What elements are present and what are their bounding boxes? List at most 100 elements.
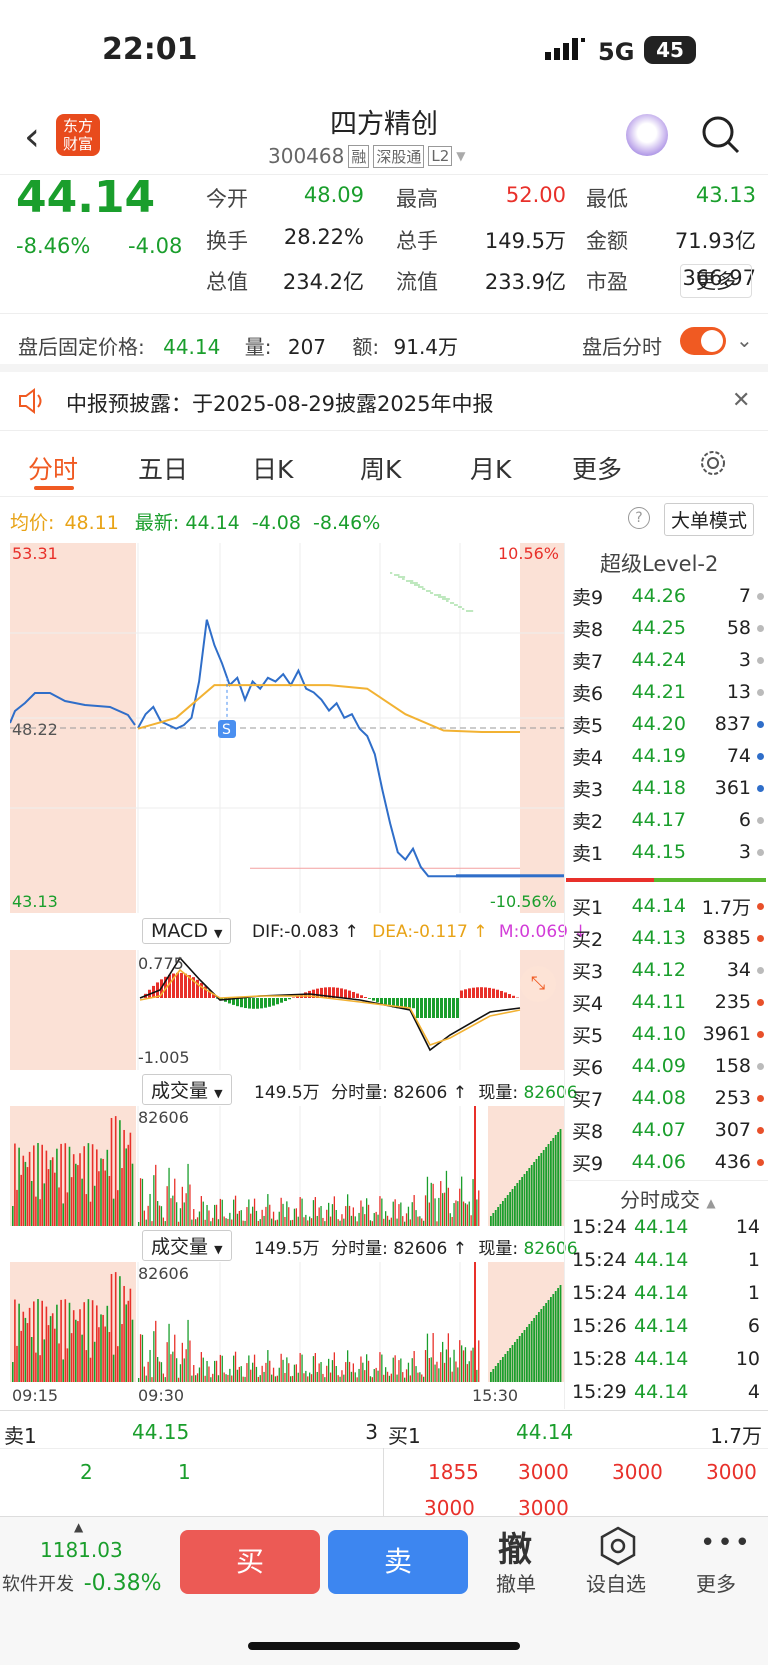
asks-row[interactable]: 卖7 44.24 3 — [572, 644, 768, 676]
volume-bar — [396, 1219, 397, 1226]
volume-total-2: 149.5万 — [254, 1239, 320, 1259]
bids-row[interactable]: 买6 44.09 158 — [572, 1050, 768, 1082]
asks-row[interactable]: 卖3 44.18 361 — [572, 772, 768, 804]
asks-row[interactable]: 卖8 44.25 58 — [572, 612, 768, 644]
volume-bar — [353, 1207, 354, 1226]
volume-bar — [459, 1189, 460, 1226]
volume-bar — [58, 1343, 60, 1382]
volume-bar — [239, 1367, 240, 1382]
bids-row[interactable]: 买8 44.07 307 — [572, 1114, 768, 1146]
more-dots-icon[interactable]: ••• — [700, 1528, 752, 1558]
asks-row[interactable]: 卖6 44.21 13 — [572, 676, 768, 708]
macd-bar — [460, 991, 463, 998]
volume-bar — [187, 1164, 188, 1226]
macd-bar — [476, 987, 479, 998]
macd-bar — [444, 998, 447, 1018]
stock-code-row[interactable]: 300468 融 深股通 L2 ▼ — [268, 144, 466, 168]
settings-gear-icon[interactable] — [698, 448, 728, 478]
bids-row[interactable]: 买4 44.11 235 — [572, 986, 768, 1018]
macd-bar — [440, 998, 443, 1018]
chevron-down-icon[interactable]: ⌄ — [736, 328, 753, 352]
volume-bar — [305, 1371, 306, 1382]
volume-bar — [364, 1214, 365, 1226]
asks-row[interactable]: 卖1 44.15 3 — [572, 836, 768, 868]
volume-selector-1[interactable]: 成交量 ▼ — [142, 1074, 232, 1105]
volume-bar — [459, 1340, 460, 1382]
volume-bar — [113, 1355, 115, 1382]
volume-bar — [250, 1214, 251, 1226]
volume-bar — [288, 1363, 289, 1382]
bids-row[interactable]: 买9 44.06 436 — [572, 1146, 768, 1178]
search-icon[interactable] — [700, 114, 742, 156]
stock-code: 300468 — [268, 144, 344, 168]
macd-chart[interactable] — [10, 950, 564, 1070]
volume-bar — [427, 1334, 428, 1382]
watchlist-icon[interactable] — [598, 1526, 638, 1566]
macd-max: 0.775 — [138, 954, 184, 973]
asks-row[interactable]: 卖9 44.26 7 — [572, 580, 768, 612]
tick-row: 15:24 44.14 1 — [572, 1249, 760, 1271]
volume-bar — [303, 1217, 304, 1226]
cancel-order-icon[interactable]: 撤 — [498, 1522, 532, 1571]
macd-selector[interactable]: MACD ▼ — [142, 918, 231, 944]
tab-5day[interactable]: 五日 — [138, 450, 188, 486]
bids-row[interactable]: 买3 44.12 34 — [572, 954, 768, 986]
volume-bar — [41, 1145, 43, 1226]
index-value[interactable]: 1181.03 — [40, 1538, 123, 1562]
volume-fenshi-1: 分时量: 82606 ↑ — [331, 1083, 467, 1103]
bottom-more-label[interactable]: 更多 — [696, 1568, 736, 1597]
bids-row[interactable]: 买5 44.10 3961 — [572, 1018, 768, 1050]
tab-fenshi[interactable]: 分时 — [28, 450, 78, 486]
volume-chart-1[interactable] — [10, 1106, 564, 1226]
tab-dayk[interactable]: 日K — [252, 450, 293, 486]
asks-row[interactable]: 卖5 44.20 837 — [572, 708, 768, 740]
bids-row[interactable]: 买2 44.13 8385 — [572, 922, 768, 954]
volume-bar — [16, 1346, 18, 1382]
macd-bar — [436, 998, 439, 1018]
volume-bar — [29, 1308, 31, 1382]
tab-weekk[interactable]: 周K — [360, 450, 401, 486]
volume-bar — [260, 1375, 261, 1382]
bids-price: 44.07 — [608, 1119, 686, 1141]
watchlist-label[interactable]: 设自选 — [586, 1568, 646, 1597]
volume-max-2: 82606 — [138, 1264, 189, 1283]
cancel-order-label[interactable]: 撤单 — [496, 1568, 536, 1597]
volume-bar — [119, 1276, 121, 1382]
volume-bar — [536, 1315, 538, 1382]
index-name[interactable]: 软件开发 — [2, 1574, 74, 1595]
volume-bar — [159, 1206, 160, 1226]
afterhours-toggle[interactable] — [680, 327, 726, 355]
expand-icon[interactable]: ⤡ — [520, 966, 556, 1002]
volume-chart-2[interactable] — [10, 1262, 564, 1382]
queue-buy-order: 3000 — [612, 1460, 663, 1484]
bids-row[interactable]: 买7 44.08 253 — [572, 1082, 768, 1114]
volume-bar — [406, 1213, 407, 1226]
volume-bar — [560, 1285, 562, 1382]
close-icon[interactable]: ✕ — [732, 388, 750, 413]
volume-selector-2[interactable]: 成交量 ▼ — [142, 1230, 232, 1261]
volume-bar — [419, 1216, 420, 1226]
asks-row[interactable]: 卖2 44.17 6 — [572, 804, 768, 836]
tab-monthk[interactable]: 月K — [470, 450, 511, 486]
buy-button[interactable]: 买 — [180, 1530, 320, 1594]
big-order-mode-button[interactable]: 大单模式 — [664, 503, 754, 536]
more-button[interactable]: 更多 — [680, 264, 752, 298]
volume-bar — [279, 1368, 280, 1382]
tab-more[interactable]: 更多 — [572, 450, 622, 486]
notice-text[interactable]: 中报预披露：于2025-08-29披露2025年中报 — [66, 388, 493, 418]
intraday-chart[interactable]: S — [10, 543, 564, 913]
asks-row[interactable]: 卖4 44.19 74 — [572, 740, 768, 772]
volume-bar — [440, 1352, 441, 1382]
volume-bar — [472, 1179, 473, 1226]
volume-xianliang-label-1: 现量: — [478, 1083, 518, 1103]
volume-bar — [12, 1206, 14, 1226]
bids-row[interactable]: 买1 44.14 1.7万 — [572, 890, 768, 922]
volume-bar — [357, 1221, 358, 1226]
sell-button[interactable]: 卖 — [328, 1530, 468, 1594]
robot-avatar-icon[interactable] — [626, 114, 668, 156]
volume-bar — [79, 1153, 81, 1226]
help-icon[interactable]: ? — [628, 507, 650, 529]
volume-bar — [35, 1197, 37, 1226]
volume-bar — [123, 1130, 125, 1226]
ticks-title[interactable]: 分时成交 ▲ — [620, 1184, 716, 1213]
